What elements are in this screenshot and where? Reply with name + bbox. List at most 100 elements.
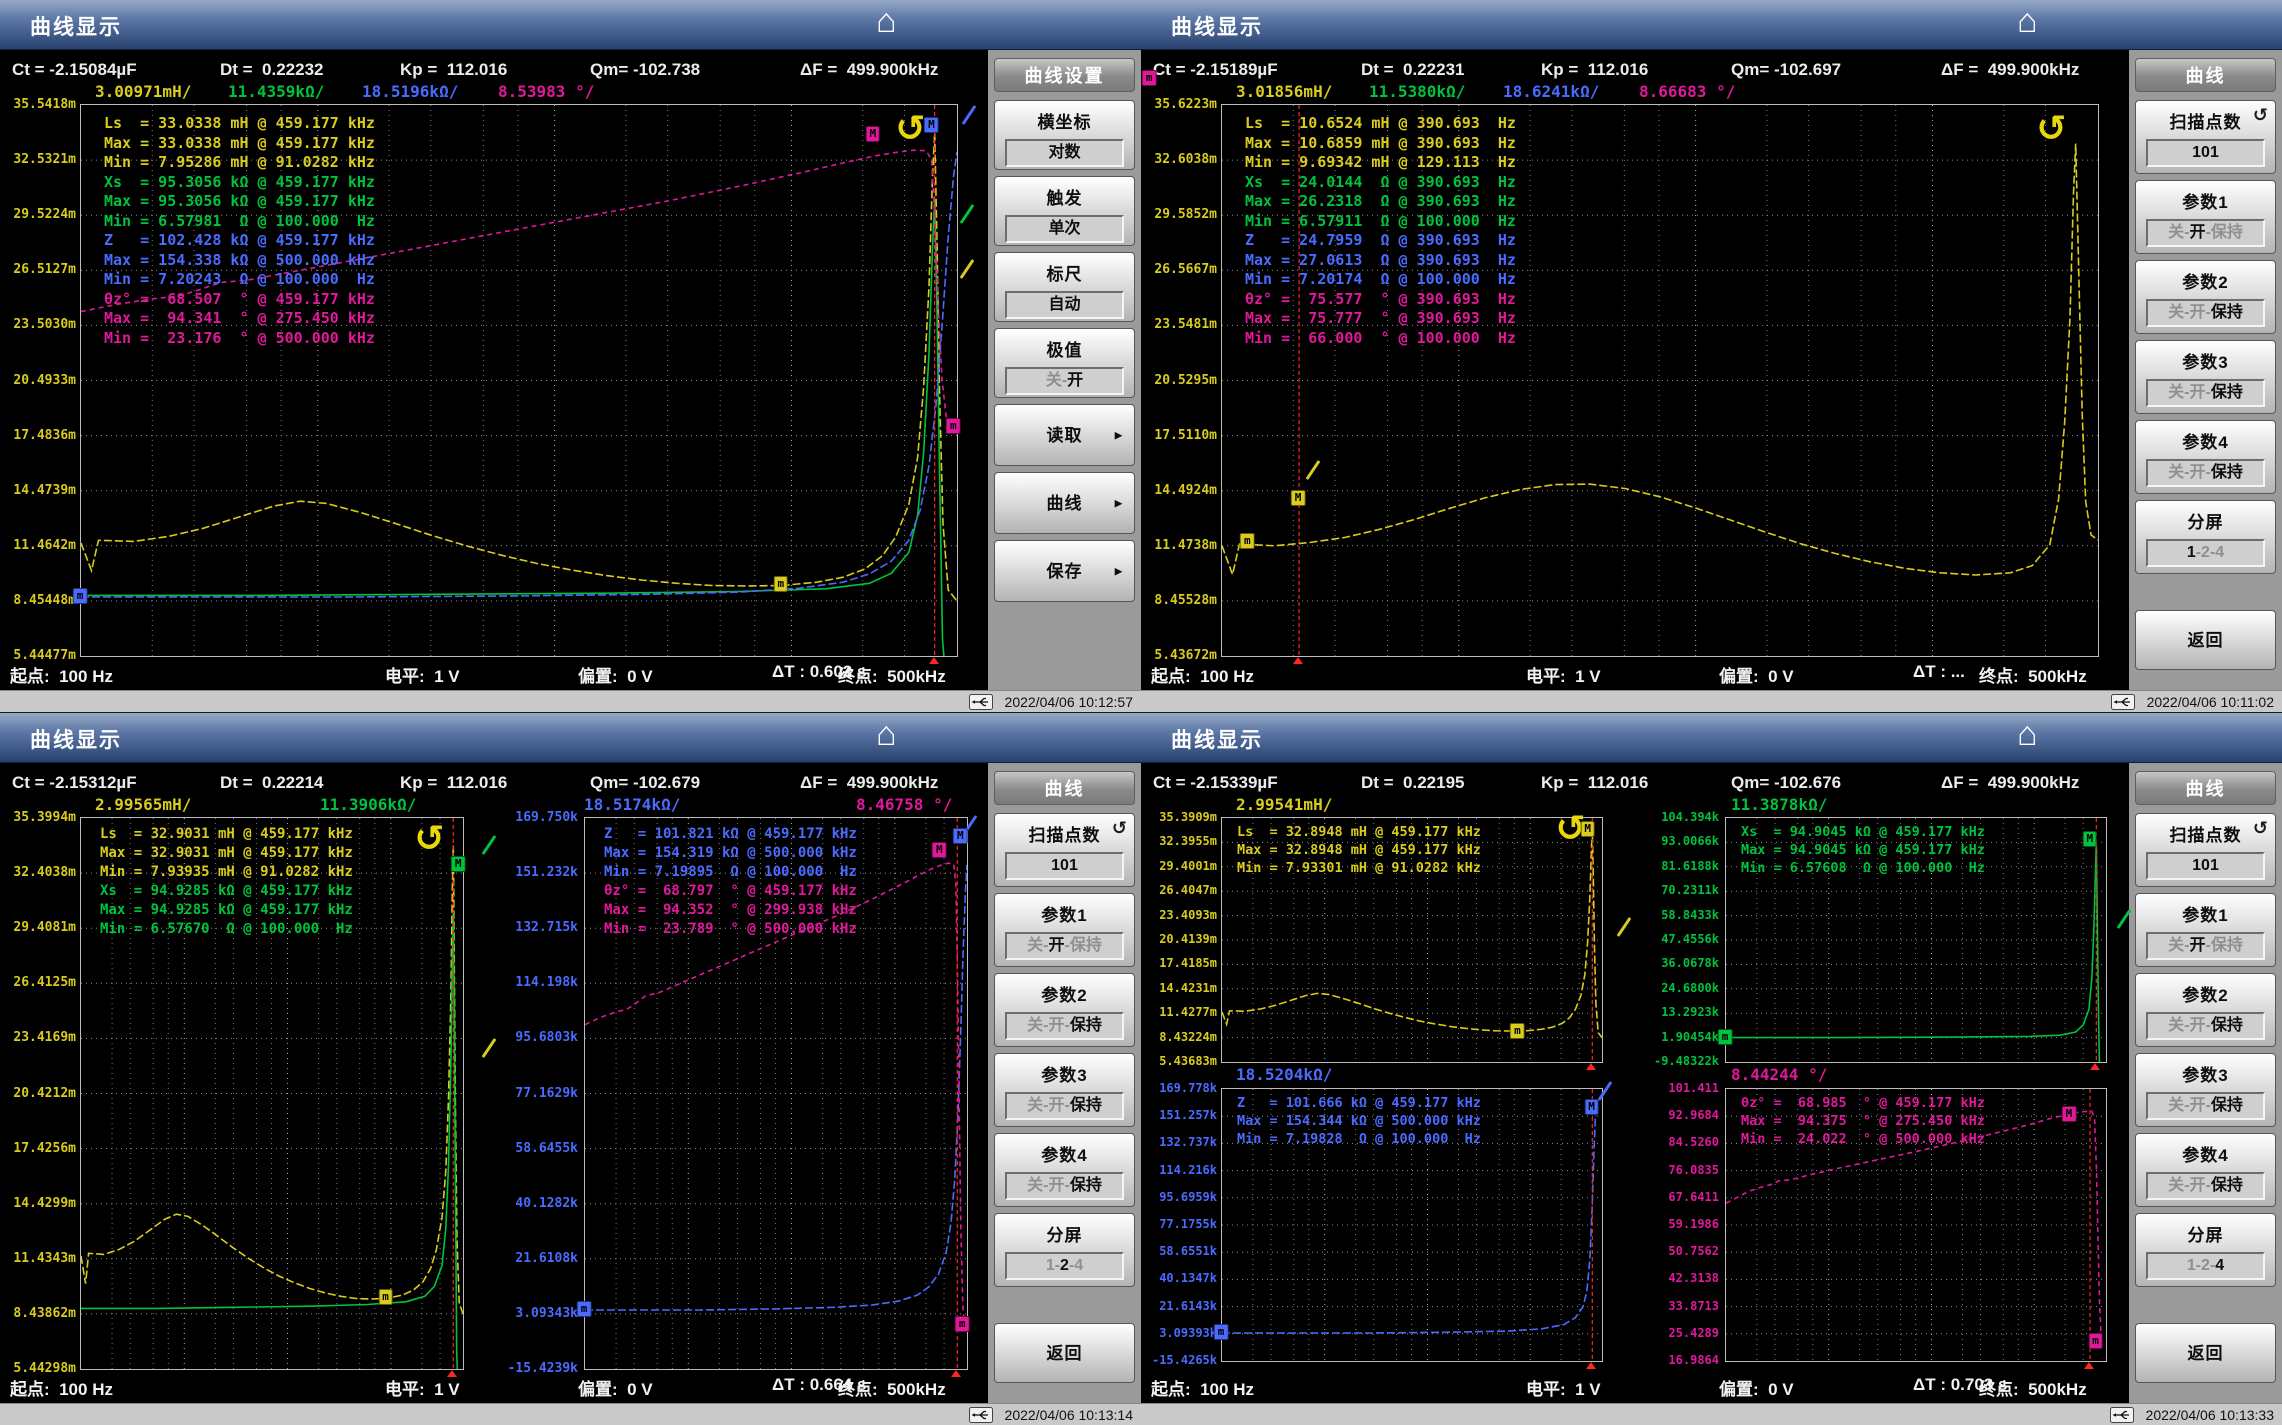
menu-button-extremum[interactable]: 极值关-开: [994, 328, 1135, 398]
marker-badge-M[interactable]: M: [932, 842, 947, 858]
menu-button-split-screen[interactable]: 分屏1-2-4: [994, 1213, 1135, 1287]
menu-button-param-3[interactable]: 参数3关-开-保持: [2135, 1053, 2276, 1127]
menu-button-param-2[interactable]: 参数2关-开-保持: [2135, 260, 2276, 334]
scale-per-div-label: 8.46758 °/: [856, 795, 952, 814]
measurement-readout: Dt = 0.22231: [1361, 60, 1465, 80]
legend-line: Min = 66.000 ° @ 100.000 Hz: [1245, 329, 1516, 349]
axis-label: 114.198k: [504, 975, 578, 990]
axis-label: 84.5260: [1645, 1135, 1719, 1149]
legend-line: Ls = 10.6524 mH @ 390.693 Hz: [1245, 114, 1516, 134]
axis-label: 26.4047m: [1143, 883, 1217, 897]
axis-label: 151.232k: [504, 865, 578, 880]
legend-line: Min = 9.69342 mH @ 129.113 Hz: [1245, 153, 1516, 173]
menu-button-param-2[interactable]: 参数2关-开-保持: [994, 973, 1135, 1047]
legend-line: Max = 154.338 kΩ @ 500.000 kHz: [104, 251, 375, 271]
axis-label: 16.9864: [1645, 1353, 1719, 1367]
axis-label: -15.4239k: [504, 1361, 578, 1376]
sweep-cursor-marker: [2090, 1063, 2100, 1070]
menu-button-param-1[interactable]: 参数1关-开-保持: [994, 893, 1135, 967]
marker-badge-m[interactable]: m: [773, 576, 788, 592]
menu-button-param-4[interactable]: 参数4关-开-保持: [2135, 1133, 2276, 1207]
menu-button-param-4[interactable]: 参数4关-开-保持: [994, 1133, 1135, 1207]
axis-label: 40.1347k: [1143, 1271, 1217, 1285]
menu-button-return[interactable]: 返回: [2135, 610, 2276, 670]
marker-badge-m[interactable]: m: [1142, 70, 1157, 86]
menu-button-value: 对数: [1005, 139, 1124, 167]
scale-per-div-label: 8.53983 °/: [498, 82, 594, 101]
marker-badge-M[interactable]: M: [2062, 1106, 2077, 1122]
submenu-arrow-icon: ►: [1112, 496, 1125, 511]
menu-button-label: 参数3: [2136, 348, 2275, 373]
marker-badge-M[interactable]: M: [2082, 831, 2097, 847]
menu-button-sweep-points[interactable]: 扫描点数↺101: [994, 813, 1135, 887]
marker-badge-M[interactable]: M: [451, 856, 466, 872]
marker-badge-m[interactable]: m: [955, 1316, 970, 1332]
marker-badge-m[interactable]: m: [378, 1289, 393, 1305]
menu-button-param-1[interactable]: 参数1关-开-保持: [2135, 180, 2276, 254]
menu-button-return[interactable]: 返回: [994, 1323, 1135, 1383]
marker-badge-M[interactable]: M: [1584, 1099, 1599, 1115]
menu-button-sweep-points[interactable]: 扫描点数↺101: [2135, 100, 2276, 174]
menu-button-param-2[interactable]: 参数2关-开-保持: [2135, 973, 2276, 1047]
menu-button-curve[interactable]: 曲线►: [994, 472, 1135, 534]
soft-menu: 曲线设置横坐标对数触发单次标尺自动极值关-开读取►曲线►保存►: [988, 50, 1141, 690]
marker-badge-m[interactable]: m: [1214, 1324, 1229, 1340]
axis-label: 93.0066k: [1645, 834, 1719, 848]
menu-button-sweep-points[interactable]: 扫描点数↺101: [2135, 813, 2276, 887]
marker-badge-m[interactable]: m: [73, 588, 88, 604]
marker-badge-M[interactable]: M: [1291, 490, 1306, 506]
menu-button-split-screen[interactable]: 分屏1-2-4: [2135, 1213, 2276, 1287]
menu-button-split-screen[interactable]: 分屏1-2-4: [2135, 500, 2276, 574]
menu-button-value: 关-开-保持: [1005, 1172, 1124, 1200]
marker-badge-M[interactable]: M: [1580, 821, 1595, 837]
axis-label: 14.4924m: [1143, 483, 1217, 498]
marker-badge-m[interactable]: m: [2088, 1333, 2103, 1349]
menu-button-read[interactable]: 读取►: [994, 404, 1135, 466]
menu-button-x-axis-mode[interactable]: 横坐标对数: [994, 100, 1135, 170]
axis-label: 29.4001m: [1143, 859, 1217, 873]
menu-button-save[interactable]: 保存►: [994, 540, 1135, 602]
sweep-status: 电平: 1 V: [1526, 1375, 1601, 1400]
legend: θz° = 68.985 ° @ 459.177 kHzMax = 94.375…: [1741, 1094, 1985, 1148]
menu-button-trigger[interactable]: 触发单次: [994, 176, 1135, 246]
menu-header: 曲线: [2135, 58, 2276, 92]
sweep-status: ΔT : ...: [1913, 662, 1965, 682]
menu-button-label: 参数4: [2136, 1141, 2275, 1166]
legend: Ls = 10.6524 mH @ 390.693 HzMax = 10.685…: [1245, 114, 1516, 348]
legend-line: Xs = 94.9045 kΩ @ 459.177 kHz: [1741, 823, 1985, 841]
marker-badge-M[interactable]: M: [953, 828, 968, 844]
marker-badge-m[interactable]: m: [1510, 1023, 1525, 1039]
marker-needle: [1616, 917, 1631, 937]
marker-badge-m[interactable]: m: [1718, 1029, 1733, 1045]
axis-label: 3.09393k: [1143, 1326, 1217, 1340]
axis-label: 26.5127m: [2, 262, 76, 277]
marker-badge-M[interactable]: M: [924, 117, 939, 133]
marker-badge-M[interactable]: M: [865, 126, 880, 142]
axis-label: -15.4265k: [1143, 1353, 1217, 1367]
menu-button-param-4[interactable]: 参数4关-开-保持: [2135, 420, 2276, 494]
axis-label: 23.4169m: [2, 1030, 76, 1045]
menu-button-param-3[interactable]: 参数3关-开-保持: [2135, 340, 2276, 414]
usb-icon: [2110, 1407, 2134, 1423]
scale-per-div-label: 3.00971mH/: [95, 82, 191, 101]
axis-label: 47.4556k: [1645, 932, 1719, 946]
menu-button-return[interactable]: 返回: [2135, 1323, 2276, 1383]
menu-button-scale-ruler[interactable]: 标尺自动: [994, 252, 1135, 322]
replot-icon[interactable]: ↺: [414, 819, 444, 860]
marker-needle: [481, 835, 496, 855]
legend-line: Min = 7.20174 Ω @ 100.000 Hz: [1245, 270, 1516, 290]
axis-label: 26.4125m: [2, 975, 76, 990]
replot-icon[interactable]: ↺: [895, 108, 925, 149]
sweep-status: 终点: 500kHz: [1979, 662, 2087, 687]
soft-menu: 曲线扫描点数↺101参数1关-开-保持参数2关-开-保持参数3关-开-保持参数4…: [988, 763, 1141, 1403]
marker-badge-m[interactable]: m: [1240, 533, 1255, 549]
legend-line: Max = 32.8948 mH @ 459.177 kHz: [1237, 841, 1481, 859]
marker-badge-m[interactable]: m: [946, 418, 961, 434]
replot-icon[interactable]: ↺: [2036, 108, 2066, 149]
menu-button-param-1[interactable]: 参数1关-开-保持: [2135, 893, 2276, 967]
axis-label: 8.45448m: [2, 593, 76, 608]
measurement-readout: Qm= -102.676: [1731, 773, 1841, 793]
marker-badge-m[interactable]: m: [577, 1301, 592, 1317]
menu-button-param-3[interactable]: 参数3关-开-保持: [994, 1053, 1135, 1127]
menu-header: 曲线设置: [994, 58, 1135, 92]
